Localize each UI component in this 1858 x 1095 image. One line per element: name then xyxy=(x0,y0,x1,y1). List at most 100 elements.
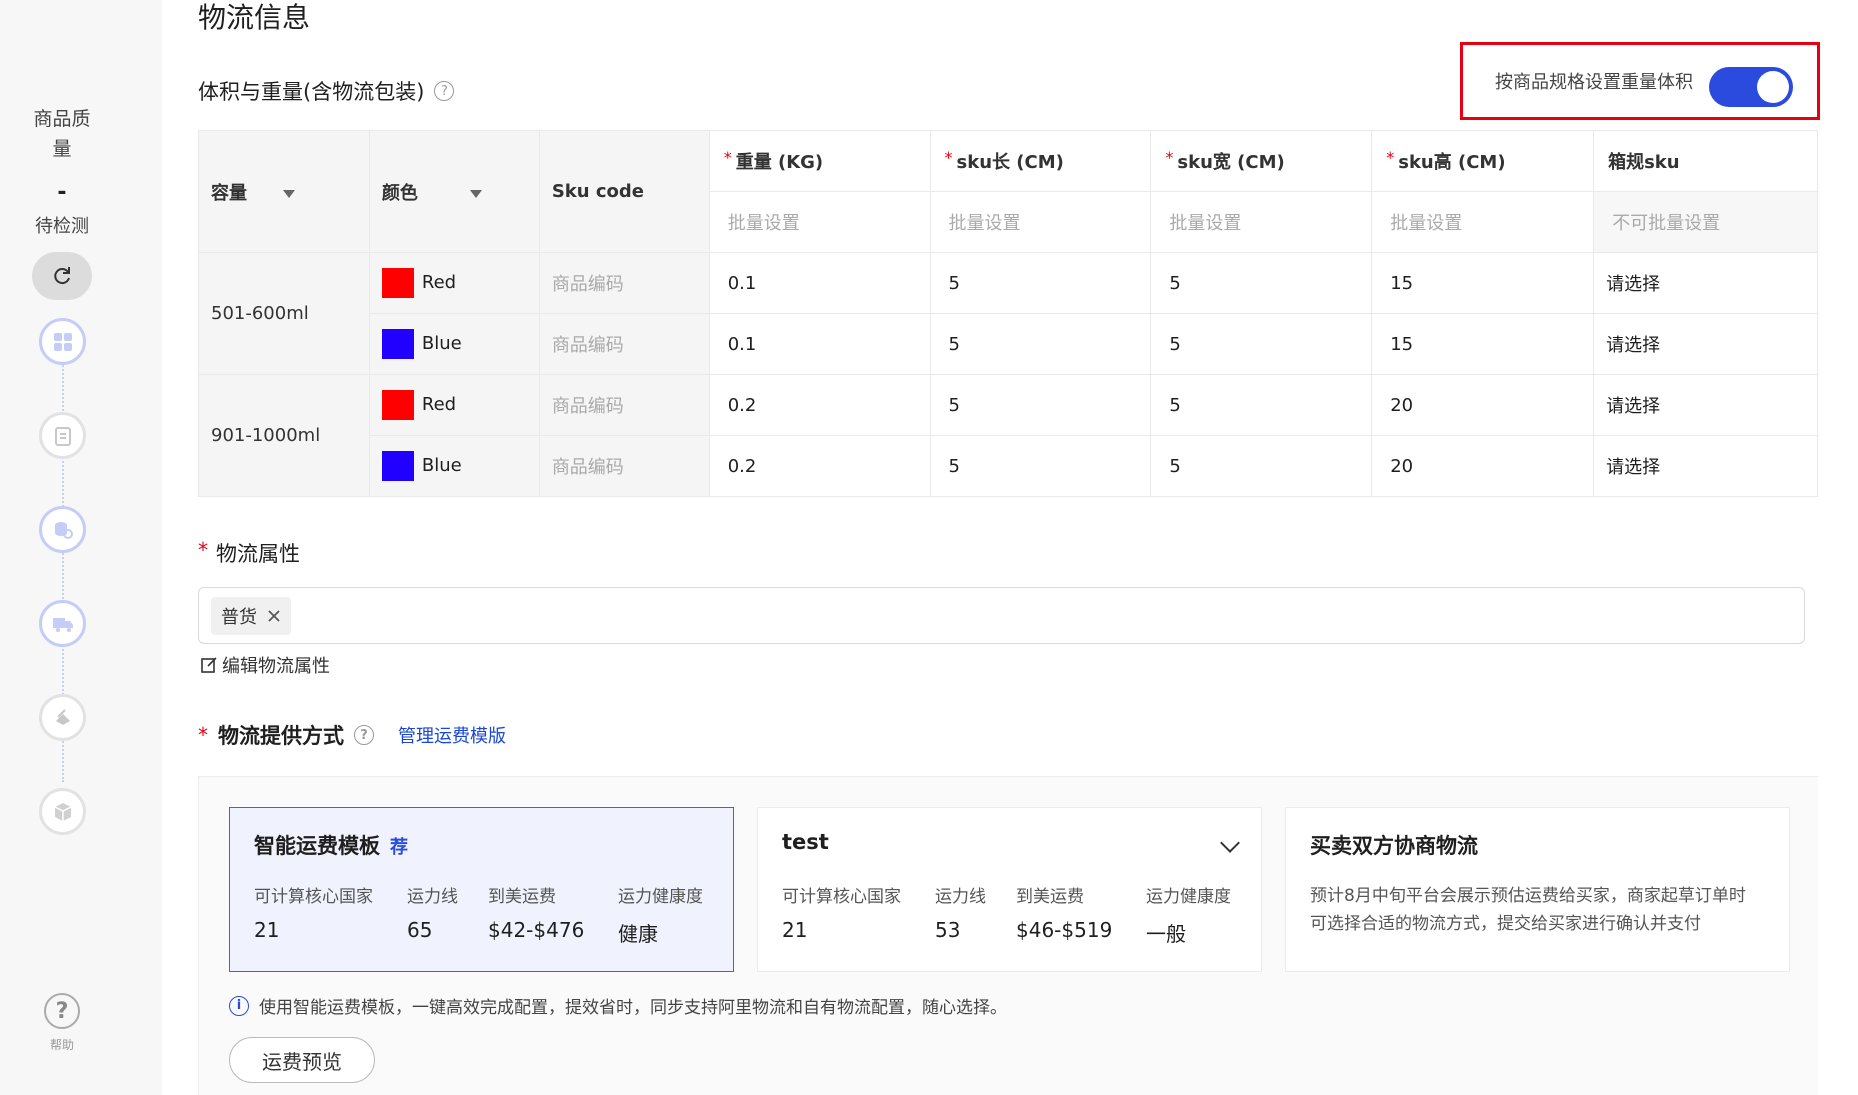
batch-weight-input[interactable]: 批量设置 xyxy=(708,191,931,253)
box-sku-select[interactable]: 请选择 xyxy=(1593,313,1818,375)
sku-code-input[interactable]: 商品编码 xyxy=(538,313,710,375)
volume-weight-title: 体积与重量(含物流包装) xyxy=(198,80,425,104)
truck-icon xyxy=(52,617,73,632)
required-mark: * xyxy=(723,148,732,167)
negotiated-logistics-card[interactable]: 买卖双方协商物流 预计8月中旬平台会展示预估运费给买家，商家起草订单时可选择合适… xyxy=(1285,807,1790,972)
batch-length-input[interactable]: 批量设置 xyxy=(929,191,1152,253)
height-input[interactable]: 15 xyxy=(1371,252,1595,314)
close-icon[interactable] xyxy=(267,609,281,623)
box-sku-select[interactable]: 请选择 xyxy=(1593,252,1818,314)
weight-input[interactable]: 0.2 xyxy=(708,435,931,497)
sku-code-input[interactable]: 商品编码 xyxy=(538,252,710,314)
help-label: 帮助 xyxy=(49,1038,74,1052)
header-color[interactable]: 颜色 xyxy=(368,130,540,253)
chevron-down-icon[interactable] xyxy=(1220,833,1240,853)
batch-height-input[interactable]: 批量设置 xyxy=(1371,191,1595,253)
card-col-value: $46-$519 xyxy=(1016,918,1113,942)
logistics-method-title: 物流提供方式 xyxy=(218,724,344,748)
logistics-attr-label-text: 物流属性 xyxy=(216,542,300,566)
question-mark-icon[interactable]: ? xyxy=(434,81,455,101)
weight-input[interactable]: 0.1 xyxy=(708,313,931,375)
sidebar: 商品质 量 - 待检测 ? 帮助 xyxy=(0,0,162,1095)
freight-preview-button[interactable]: 运费预览 xyxy=(229,1037,375,1083)
edit-icon xyxy=(201,657,217,673)
color-cell: Red xyxy=(368,374,540,436)
batch-width-input[interactable]: 批量设置 xyxy=(1150,191,1373,253)
smart-template-info: i 使用智能运费模板，一键高效完成配置，提效省时，同步支持阿里物流和自有物流配置… xyxy=(229,993,1007,1018)
tag-label: 普货 xyxy=(221,607,257,628)
header-length: * sku长 (CM) xyxy=(929,130,1152,192)
logistics-attr-input[interactable]: 普货 xyxy=(198,587,1805,644)
box-sku-select[interactable]: 请选择 xyxy=(1593,374,1818,436)
test-template-card[interactable]: test 可计算核心国家 运力线 到美运费 运力健康度 21 53 $46-$5… xyxy=(757,807,1262,972)
length-input[interactable]: 5 xyxy=(929,435,1152,497)
spec-toggle-switch[interactable] xyxy=(1709,67,1793,107)
length-input[interactable]: 5 xyxy=(929,252,1152,314)
header-capacity[interactable]: 容量 xyxy=(198,130,370,253)
height-input[interactable]: 20 xyxy=(1371,435,1595,497)
refresh-button[interactable] xyxy=(32,252,92,300)
sku-code-input[interactable]: 商品编码 xyxy=(538,435,710,497)
step-package[interactable] xyxy=(39,788,86,835)
table-row: 901-1000ml Red 商品编码 0.2 5 5 20 请选择 xyxy=(198,374,1818,497)
weight-input[interactable]: 0.1 xyxy=(708,252,931,314)
help-icon[interactable]: ? xyxy=(44,993,80,1029)
width-input[interactable]: 5 xyxy=(1150,435,1373,497)
card-title: 智能运费模板荐 xyxy=(254,830,408,860)
quality-label-line1: 商品质 xyxy=(33,108,91,130)
card-col-header: 运力健康度 xyxy=(1146,887,1231,907)
volume-weight-heading: 体积与重量(含物流包装) ? xyxy=(198,76,455,106)
step-attributes[interactable] xyxy=(39,412,86,459)
layers-icon xyxy=(55,708,70,725)
refresh-icon xyxy=(54,267,70,285)
box-sku-select[interactable]: 请选择 xyxy=(1593,435,1818,497)
edit-logistics-attr-link[interactable]: 编辑物流属性 xyxy=(200,652,330,678)
height-input[interactable]: 15 xyxy=(1371,313,1595,375)
card-col-value: $42-$476 xyxy=(488,918,585,942)
header-width-label: sku宽 (CM) xyxy=(1177,152,1285,173)
card-col-value: 一般 xyxy=(1146,922,1186,946)
toggle-knob xyxy=(1757,71,1789,103)
question-mark-icon[interactable]: ? xyxy=(354,725,374,745)
step-price[interactable] xyxy=(39,506,86,553)
width-input[interactable]: 5 xyxy=(1150,374,1373,436)
color-swatch xyxy=(381,329,414,359)
width-input[interactable]: 5 xyxy=(1150,252,1373,314)
header-height-label: sku高 (CM) xyxy=(1398,152,1506,173)
length-input[interactable]: 5 xyxy=(929,374,1152,436)
table-row: Blue 商品编码 0.1 5 5 15 请选择 xyxy=(199,313,1818,375)
header-height: * sku高 (CM) xyxy=(1371,130,1595,192)
color-swatch xyxy=(381,268,414,298)
sku-volume-table: 容量 颜色 Sku code * 重量 (KG) * sku长 (CM) * sku宽… xyxy=(198,130,1818,497)
header-color-label: 颜色 xyxy=(381,182,418,204)
card-col-header: 到美运费 xyxy=(488,887,556,907)
width-input[interactable]: 5 xyxy=(1150,313,1373,375)
smart-template-card[interactable]: 智能运费模板荐 可计算核心国家 运力线 到美运费 运力健康度 21 65 $42… xyxy=(229,807,734,972)
required-mark: * xyxy=(944,148,953,167)
weight-input[interactable]: 0.2 xyxy=(708,374,931,436)
card-col-header: 运力健康度 xyxy=(618,887,703,907)
batch-box-sku-disabled: 不可批量设置 xyxy=(1593,191,1818,253)
sku-code-input[interactable]: 商品编码 xyxy=(538,374,710,436)
page-title: 物流信息 xyxy=(198,1,311,34)
header-weight-label: 重量 (KG) xyxy=(735,152,824,173)
step-basic-info[interactable] xyxy=(39,318,86,365)
card-title-text: 智能运费模板 xyxy=(254,834,380,858)
step-logistics[interactable] xyxy=(39,600,86,647)
caret-down-icon xyxy=(283,189,295,198)
color-name: Red xyxy=(421,272,457,293)
logistics-attr-label: * 物流属性 xyxy=(198,538,300,568)
color-name: Blue xyxy=(421,455,462,476)
required-mark: * xyxy=(198,723,208,747)
manage-template-link[interactable]: 管理运费模版 xyxy=(398,722,506,748)
logistics-method-heading: * 物流提供方式 ? 管理运费模版 xyxy=(198,720,506,750)
height-input[interactable]: 20 xyxy=(1371,374,1595,436)
card-title: test xyxy=(782,830,829,854)
color-name: Red xyxy=(421,394,457,415)
length-input[interactable]: 5 xyxy=(929,313,1152,375)
header-capacity-label: 容量 xyxy=(211,182,247,204)
spec-toggle-label: 按商品规格设置重量体积 xyxy=(1495,72,1693,93)
header-sku-code: Sku code xyxy=(538,130,710,253)
step-description[interactable] xyxy=(39,694,86,741)
color-swatch xyxy=(381,390,414,420)
